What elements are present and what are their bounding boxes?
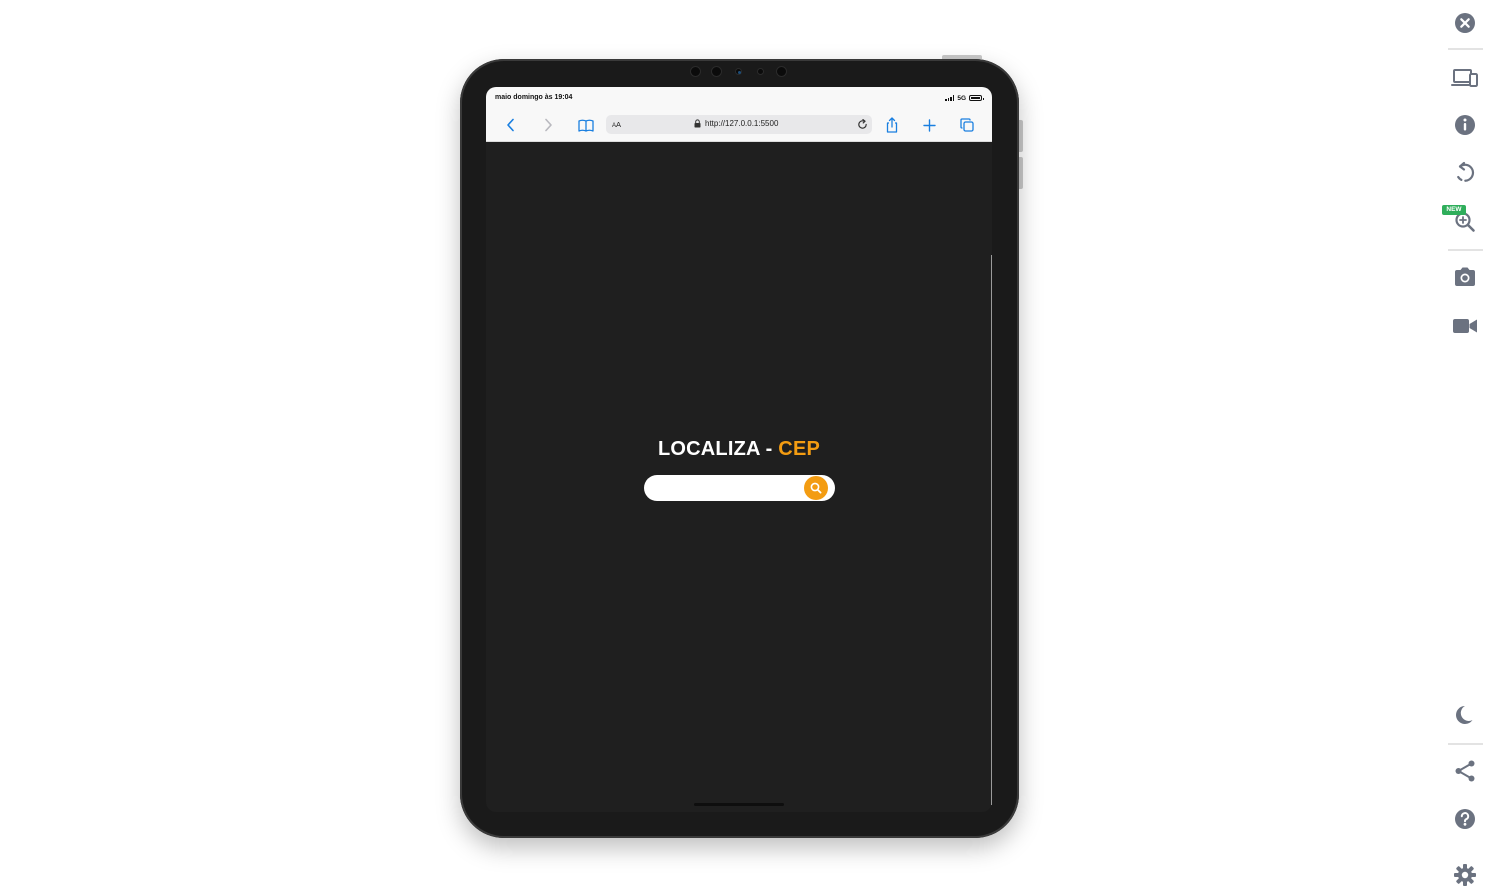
screen-edge-line	[991, 255, 992, 805]
info-button[interactable]	[1450, 110, 1480, 140]
info-icon	[1455, 115, 1475, 135]
rotate-icon	[1457, 161, 1475, 182]
panel-divider	[1448, 743, 1483, 745]
close-button[interactable]	[1450, 8, 1480, 38]
dark-mode-icon	[1456, 706, 1473, 724]
chevron-right-icon	[545, 118, 552, 132]
share-upload-icon	[886, 117, 898, 133]
status-time: maio domingo às 19:04	[495, 94, 573, 101]
page-title: LOCALIZA - CEP	[486, 438, 992, 461]
sensor-dot	[757, 68, 764, 75]
bookmarks-button[interactable]	[577, 116, 595, 134]
home-indicator	[694, 803, 784, 806]
search-icon	[810, 482, 822, 494]
search-button[interactable]	[804, 476, 828, 500]
settings-button[interactable]	[1450, 860, 1480, 890]
devices-icon	[1451, 69, 1478, 87]
tabs-overview-button[interactable]	[958, 116, 976, 134]
battery-icon	[969, 95, 984, 101]
reload-button[interactable]	[854, 116, 870, 132]
camera-lens	[690, 66, 701, 77]
camera-array	[690, 66, 790, 78]
close-icon	[1455, 13, 1475, 33]
share-button[interactable]	[1450, 756, 1480, 786]
status-indicators: 5G	[945, 94, 984, 102]
help-button[interactable]	[1450, 804, 1480, 834]
new-tab-button[interactable]	[920, 116, 938, 134]
share-page-button[interactable]	[883, 116, 901, 134]
device-screen: maio domingo às 19:04 5G AA http://127.0…	[486, 87, 992, 812]
text-size-button[interactable]: AA	[612, 120, 621, 129]
rotate-button[interactable]	[1450, 158, 1480, 188]
url-text: http://127.0.0.1:5500	[705, 119, 779, 128]
dark-mode-button[interactable]	[1450, 700, 1480, 730]
record-button[interactable]	[1450, 311, 1480, 341]
network-label: 5G	[957, 94, 966, 102]
device-select-button[interactable]	[1450, 63, 1480, 93]
help-icon	[1455, 809, 1475, 829]
chevron-left-icon	[507, 118, 514, 132]
back-button[interactable]	[502, 116, 520, 134]
camera-lens	[711, 66, 722, 77]
status-bar: maio domingo às 19:04 5G	[486, 87, 992, 109]
screenshot-button[interactable]	[1450, 262, 1480, 292]
device-volume-up-button	[1019, 120, 1023, 152]
signal-icon	[945, 95, 955, 101]
video-icon	[1453, 319, 1477, 333]
share-icon	[1455, 760, 1475, 782]
forward-button[interactable]	[539, 116, 557, 134]
tabs-icon	[960, 118, 974, 132]
lock-icon	[694, 119, 701, 128]
url-display: http://127.0.0.1:5500	[694, 119, 778, 128]
sensor-dot	[735, 68, 742, 75]
browser-toolbar: AA http://127.0.0.1:5500	[486, 109, 992, 142]
camera-lens	[776, 66, 787, 77]
reload-icon	[857, 118, 867, 129]
cep-search-box	[644, 475, 835, 501]
book-icon	[578, 119, 594, 132]
title-main: LOCALIZA -	[657, 438, 779, 460]
cep-search-input[interactable]	[654, 478, 808, 500]
panel-divider	[1448, 249, 1483, 251]
new-badge: NEW	[1442, 205, 1466, 215]
panel-divider	[1448, 48, 1483, 50]
plus-icon	[922, 118, 936, 132]
title-accent: CEP	[778, 438, 821, 460]
settings-icon	[1454, 864, 1476, 886]
address-bar[interactable]: AA http://127.0.0.1:5500	[606, 115, 872, 134]
device-volume-down-button	[1019, 157, 1023, 189]
camera-icon	[1455, 267, 1475, 286]
